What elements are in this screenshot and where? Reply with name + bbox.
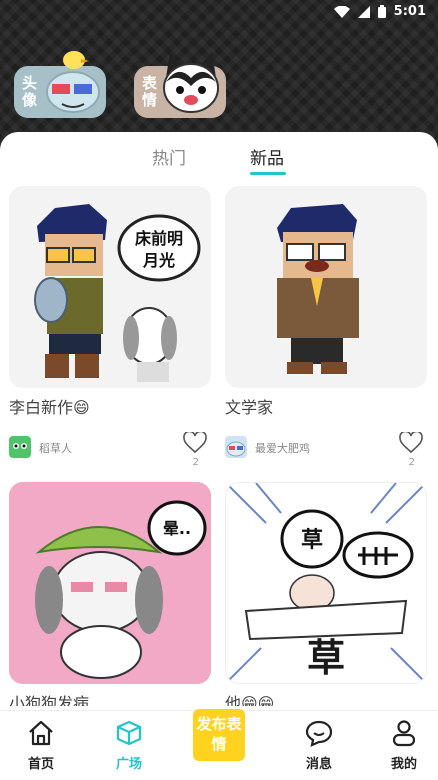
active-tab-indicator: [250, 172, 286, 175]
bubble-text: 草: [301, 527, 323, 553]
grass-sticker-image: 草 草: [226, 483, 426, 683]
sticker-card[interactable]: 晕.. 小狗狗发病: [9, 482, 211, 706]
nav-me[interactable]: 我的: [374, 719, 434, 772]
frog-avatar-icon: [13, 443, 27, 449]
category-emoji-chip[interactable]: 表情: [134, 52, 226, 118]
home-icon: [29, 720, 53, 746]
sticker-card[interactable]: 文学家 最爱大肥鸡 2: [225, 186, 427, 468]
bubble-text: 床前明: [135, 229, 183, 248]
tab-hot[interactable]: 热门: [152, 144, 186, 169]
user-avatar[interactable]: [9, 436, 31, 458]
like-heart-icon[interactable]: [399, 432, 423, 454]
nav-home-label: 首页: [27, 757, 54, 772]
like-count: 2: [192, 457, 199, 468]
header: 5:01 头像 表情: [0, 0, 438, 150]
chip-label: 表情: [142, 74, 158, 109]
chip-label: 头像: [22, 74, 38, 109]
sticker-thumbnail[interactable]: 晕..: [9, 482, 211, 684]
card-title: 李白新作😄: [9, 398, 90, 417]
sticker-feed[interactable]: 床前明 月光 李白新作😄 稻草人 2 文学家 最爱大肥鸡 2 晕.. 小狗狗发病…: [0, 186, 438, 706]
tab-new[interactable]: 新品: [250, 144, 284, 169]
user-avatar[interactable]: [225, 436, 247, 458]
like-count: 2: [408, 457, 415, 468]
nav-messages[interactable]: 消息: [289, 719, 349, 772]
cube-icon: [116, 720, 142, 746]
nav-messages-label: 消息: [305, 757, 332, 772]
card-title: 小狗狗发病: [9, 694, 90, 706]
card-title: 文学家: [225, 398, 274, 417]
card-meta: 稻草人 2: [9, 432, 211, 468]
wifi-icon: [333, 5, 350, 18]
tab-bar: 热门 新品: [0, 132, 438, 184]
card-meta: 最爱大肥鸡 2: [225, 432, 427, 468]
sticker-thumbnail[interactable]: 草 草: [225, 482, 427, 684]
nav-me-label: 我的: [390, 757, 417, 772]
sticker-card[interactable]: 草 草 他😁😁: [225, 482, 427, 706]
user-profile-icon: [392, 720, 416, 747]
content-sheet: 热门 新品 床前明 月光 李白新作😄 稻草人 2 文学家 最爱大肥鸡 2 晕..…: [0, 132, 438, 780]
battery-icon: [377, 5, 386, 18]
scholar-sticker-image: [225, 186, 427, 388]
nav-square-label: 广场: [115, 757, 142, 772]
dizzy-dog-sticker-image: 晕..: [9, 482, 211, 684]
status-time: 5:01: [393, 4, 426, 19]
nav-square[interactable]: 广场: [99, 719, 159, 772]
user-name[interactable]: 稻草人: [39, 440, 72, 456]
chick-avatar-icon: [226, 441, 246, 457]
category-avatar-chip[interactable]: 头像: [14, 51, 106, 118]
sticker-thumbnail[interactable]: 床前明 月光: [9, 186, 211, 388]
svg-text:月光: 月光: [142, 251, 175, 270]
card-title: 他😁😁: [225, 694, 275, 706]
like-heart-icon[interactable]: [183, 432, 207, 454]
cat-sticker-icon: [163, 52, 219, 113]
bottom-navigation: 首页 广场 发布表情 消息 我的: [0, 709, 438, 780]
poet-sticker-image: 床前明 月光: [9, 186, 211, 388]
publish-sticker-button[interactable]: 发布表情: [193, 709, 245, 761]
status-bar: 5:01: [0, 0, 438, 24]
signal-icon: [357, 5, 370, 18]
sticker-card[interactable]: 床前明 月光 李白新作😄 稻草人 2: [9, 186, 211, 468]
chat-bubble-icon: [305, 720, 333, 747]
avatar-sticker-icon: [46, 51, 100, 113]
user-name[interactable]: 最爱大肥鸡: [255, 440, 310, 456]
big-text: 草: [307, 636, 345, 680]
bubble-text: 晕..: [163, 519, 191, 538]
nav-home[interactable]: 首页: [11, 719, 71, 772]
sticker-thumbnail[interactable]: [225, 186, 427, 388]
